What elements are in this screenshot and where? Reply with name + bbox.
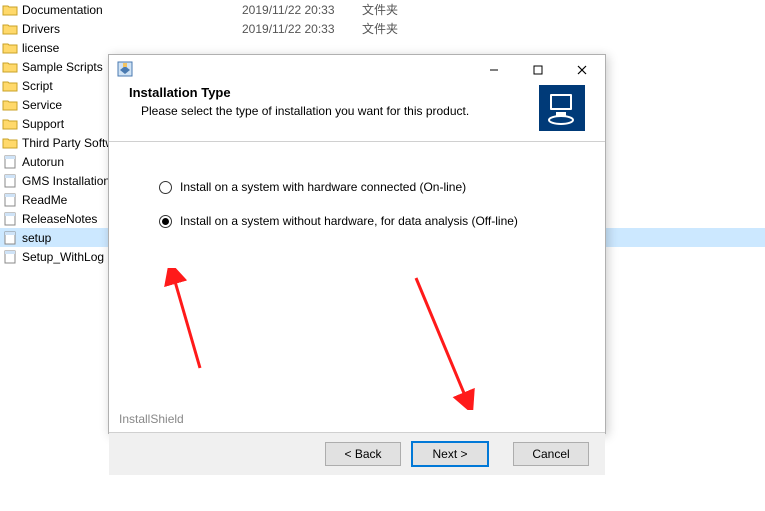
cancel-button[interactable]: Cancel <box>513 442 589 466</box>
back-button[interactable]: < Back <box>325 442 401 466</box>
folder-icon <box>2 3 18 17</box>
dialog-title: Installation Type <box>129 85 539 100</box>
folder-icon <box>2 41 18 55</box>
minimize-button[interactable] <box>473 57 515 83</box>
radio-option-online[interactable]: Install on a system with hardware connec… <box>159 180 575 194</box>
product-logo-icon <box>539 85 585 131</box>
radio-option-offline[interactable]: Install on a system without hardware, fo… <box>159 214 575 228</box>
file-icon <box>2 155 18 169</box>
file-type: 文件夹 <box>362 20 442 37</box>
next-button[interactable]: Next > <box>411 441 489 467</box>
radio-label: Install on a system with hardware connec… <box>180 180 466 194</box>
dialog-body: Install on a system with hardware connec… <box>109 142 605 432</box>
maximize-button[interactable] <box>517 57 559 83</box>
installer-icon <box>117 61 133 80</box>
dialog-titlebar <box>109 55 605 85</box>
dialog-footer: < Back Next > Cancel <box>109 432 605 475</box>
folder-icon <box>2 136 18 150</box>
radio-icon <box>159 215 172 228</box>
file-row[interactable]: Drivers2019/11/22 20:33文件夹 <box>0 19 765 38</box>
folder-icon <box>2 60 18 74</box>
folder-icon <box>2 22 18 36</box>
folder-icon <box>2 79 18 93</box>
file-icon <box>2 250 18 264</box>
installer-dialog: Installation Type Please select the type… <box>108 54 606 434</box>
file-icon <box>2 193 18 207</box>
file-date: 2019/11/22 20:33 <box>242 3 362 17</box>
dialog-header: Installation Type Please select the type… <box>109 85 605 141</box>
folder-icon <box>2 117 18 131</box>
file-icon <box>2 174 18 188</box>
file-icon <box>2 231 18 245</box>
file-name: license <box>22 41 242 55</box>
file-icon <box>2 212 18 226</box>
installshield-brand: InstallShield <box>119 412 184 426</box>
radio-icon <box>159 181 172 194</box>
file-name: Drivers <box>22 22 242 36</box>
file-type: 文件夹 <box>362 1 442 18</box>
dialog-subtitle: Please select the type of installation y… <box>129 104 539 118</box>
file-date: 2019/11/22 20:33 <box>242 22 362 36</box>
file-name: Documentation <box>22 3 242 17</box>
radio-label: Install on a system without hardware, fo… <box>180 214 518 228</box>
close-button[interactable] <box>561 57 603 83</box>
file-row[interactable]: Documentation2019/11/22 20:33文件夹 <box>0 0 765 19</box>
folder-icon <box>2 98 18 112</box>
